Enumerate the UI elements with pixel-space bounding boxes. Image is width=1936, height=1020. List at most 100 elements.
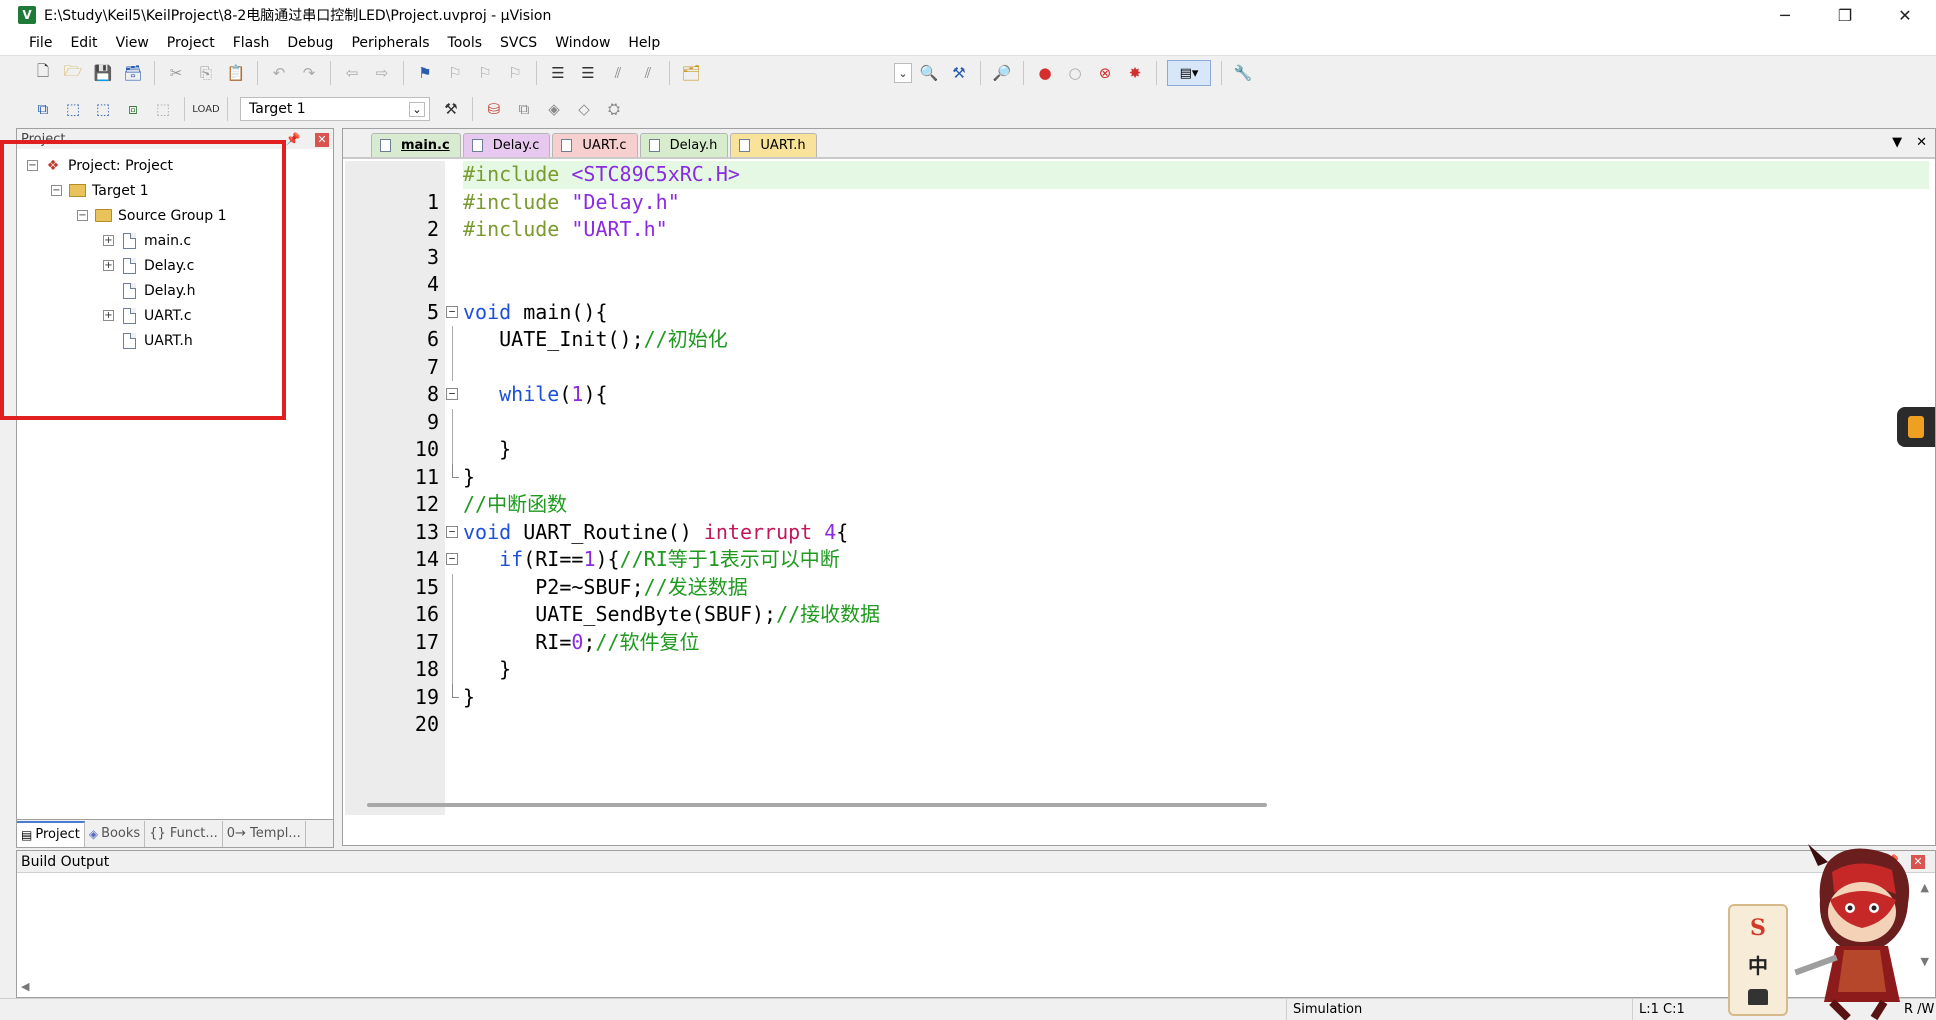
prev-bookmark-icon[interactable]: ⚐ bbox=[442, 60, 468, 86]
rebuild-icon[interactable]: ⬚ bbox=[90, 96, 116, 122]
tab-uart-c[interactable]: UART.c bbox=[552, 133, 638, 157]
code-line[interactable]: 17 UATE_SendByte(SBUF);//接收数据 bbox=[343, 601, 1935, 654]
minimize-button[interactable]: ─ bbox=[1758, 0, 1812, 30]
code-line[interactable]: 19 } bbox=[343, 656, 1935, 709]
disable-breakpoint-icon[interactable]: ○ bbox=[1062, 60, 1088, 86]
fold-collapse-icon[interactable]: − bbox=[446, 553, 458, 565]
close-tab-icon[interactable]: ✕ bbox=[1916, 135, 1927, 150]
close-icon[interactable]: ✕ bbox=[315, 132, 329, 147]
redo-icon[interactable]: ↷ bbox=[296, 60, 322, 86]
menu-file[interactable]: File bbox=[20, 30, 61, 56]
tab-books[interactable]: ◈ Books bbox=[85, 820, 146, 847]
batch-build-icon[interactable]: ⧈ bbox=[120, 96, 146, 122]
fold-collapse-icon[interactable]: − bbox=[446, 525, 458, 538]
uncomment-icon[interactable]: ⫽ bbox=[635, 60, 661, 86]
code-line[interactable]: 15 − if(RI==1){//RI等于1表示可以中断 bbox=[343, 546, 1935, 599]
stop-build-icon[interactable]: ⬚ bbox=[150, 96, 176, 122]
tab-project[interactable]: ▤ Project bbox=[17, 820, 85, 847]
menu-svcs[interactable]: SVCS bbox=[491, 30, 546, 56]
code-line[interactable]: 5 bbox=[343, 271, 1935, 324]
tab-list-icon[interactable]: ▼ bbox=[1892, 135, 1902, 150]
fold-collapse-icon[interactable]: − bbox=[446, 388, 458, 400]
ime-card[interactable]: S 中 bbox=[1728, 904, 1788, 1016]
scroll-left-icon[interactable]: ◀ bbox=[21, 980, 29, 993]
target-options-icon[interactable]: ⚒ bbox=[438, 96, 464, 122]
menu-project[interactable]: Project bbox=[158, 30, 224, 56]
comment-icon[interactable]: ⫽ bbox=[605, 60, 631, 86]
menu-help[interactable]: Help bbox=[619, 30, 669, 56]
menu-edit[interactable]: Edit bbox=[61, 30, 106, 56]
unindent-icon[interactable]: ☰ bbox=[575, 60, 601, 86]
menu-flash[interactable]: Flash bbox=[224, 30, 279, 56]
code-line[interactable]: 7 UATE_Init();//初始化 bbox=[343, 326, 1935, 379]
pack-installer-icon[interactable]: ◈ bbox=[541, 96, 567, 122]
code-line[interactable]: 9 − while(1){ bbox=[343, 381, 1935, 434]
insert-bookmark-icon[interactable]: ⚑ bbox=[412, 60, 438, 86]
tab-uart-h[interactable]: UART.h bbox=[730, 133, 817, 157]
fold-collapse-icon[interactable]: − bbox=[446, 305, 458, 318]
debug-session-icon[interactable]: 🔎 bbox=[989, 60, 1015, 86]
tab-templates[interactable]: 0→ Templ... bbox=[223, 820, 306, 847]
download-icon[interactable]: LOAD bbox=[192, 96, 219, 122]
breakpoint-icon[interactable]: ● bbox=[1032, 60, 1058, 86]
code-line[interactable]: 4 bbox=[343, 244, 1935, 296]
kill-all-breakpoints-icon[interactable]: ✸ bbox=[1122, 60, 1148, 86]
menu-tools[interactable]: Tools bbox=[439, 30, 492, 56]
code-line[interactable]: 3 #include "UART.h" bbox=[343, 216, 1935, 269]
code-line[interactable]: 10 bbox=[343, 408, 1935, 461]
undo-icon[interactable]: ↶ bbox=[266, 60, 292, 86]
menu-peripherals[interactable]: Peripherals bbox=[342, 30, 438, 56]
pin-icon[interactable]: 📌 bbox=[286, 132, 301, 146]
select-packs-icon[interactable]: ⧉ bbox=[511, 96, 537, 122]
translate-icon[interactable]: ⧉ bbox=[30, 96, 56, 122]
target-select[interactable]: Target 1 ⌄ bbox=[240, 97, 430, 121]
cut-icon[interactable]: ✂ bbox=[163, 60, 189, 86]
code-line[interactable]: 14 − void UART_Routine() interrupt 4{ bbox=[343, 519, 1935, 572]
code-line[interactable]: 16 P2=~SBUF;//发送数据 bbox=[343, 573, 1935, 626]
clear-bookmarks-icon[interactable]: ⚐ bbox=[502, 60, 528, 86]
code-line[interactable]: 18 RI=0;//软件复位 bbox=[343, 628, 1935, 681]
window-layout-icon[interactable]: ▤▾ bbox=[1167, 60, 1211, 86]
next-bookmark-icon[interactable]: ⚐ bbox=[472, 60, 498, 86]
code-line[interactable]: 8 bbox=[343, 353, 1935, 406]
horizontal-scrollbar[interactable] bbox=[367, 803, 1267, 807]
find-in-files-icon[interactable]: 🗂 bbox=[678, 60, 704, 86]
find-dropdown-icon[interactable]: ⌄ bbox=[894, 63, 912, 83]
code-line[interactable]: 20 } bbox=[343, 683, 1935, 736]
menu-window[interactable]: Window bbox=[546, 30, 619, 56]
code-line[interactable]: 12 } bbox=[343, 463, 1935, 516]
code-area[interactable]: 1 #include <STC89C5xRC.H> 2 #include "De… bbox=[343, 161, 1935, 815]
nav-forward-icon[interactable]: ⇨ bbox=[369, 60, 395, 86]
open-file-icon[interactable]: 🗁 bbox=[60, 60, 86, 86]
code-line[interactable]: 2 #include "Delay.h" bbox=[343, 189, 1935, 242]
close-button[interactable]: ✕ bbox=[1878, 0, 1932, 30]
nav-back-icon[interactable]: ⇦ bbox=[339, 60, 365, 86]
paste-icon[interactable]: 📋 bbox=[223, 60, 249, 86]
manage-components-icon[interactable]: ⛁ bbox=[481, 96, 507, 122]
code-text: RI=0;//软件复位 bbox=[463, 629, 700, 654]
configure-icon[interactable]: 🔧 bbox=[1230, 60, 1256, 86]
disable-all-breakpoints-icon[interactable]: ⊗ bbox=[1092, 60, 1118, 86]
code-line[interactable]: 1 #include <STC89C5xRC.H> bbox=[343, 161, 1935, 214]
copy-icon[interactable]: ⎘ bbox=[193, 60, 219, 86]
manage-run-time-icon[interactable]: ⛭ bbox=[601, 96, 627, 122]
restore-button[interactable]: ❐ bbox=[1818, 0, 1872, 30]
tab-functions[interactable]: {} Funct... bbox=[145, 820, 223, 847]
tab-delay-c[interactable]: Delay.c bbox=[462, 133, 551, 157]
indent-icon[interactable]: ☰ bbox=[545, 60, 571, 86]
build-icon[interactable]: ⬚ bbox=[60, 96, 86, 122]
code-line[interactable]: 11 } bbox=[343, 436, 1935, 489]
menu-view[interactable]: View bbox=[107, 30, 158, 56]
code-line[interactable]: 6 − void main(){ bbox=[343, 299, 1935, 352]
code-line[interactable]: 13 //中断函数 bbox=[343, 491, 1935, 544]
side-widget-icon[interactable] bbox=[1897, 407, 1935, 447]
select-software-icon[interactable]: ◇ bbox=[571, 96, 597, 122]
save-icon[interactable]: 💾 bbox=[90, 60, 116, 86]
menu-debug[interactable]: Debug bbox=[278, 30, 342, 56]
save-all-icon[interactable]: 🗃 bbox=[120, 60, 146, 86]
tab-main-c[interactable]: main.c bbox=[371, 133, 461, 157]
incremental-find-icon[interactable]: ⚒ bbox=[946, 60, 972, 86]
new-file-icon[interactable]: 🗋 bbox=[30, 60, 56, 86]
tab-delay-h[interactable]: Delay.h bbox=[639, 133, 729, 157]
find-icon[interactable]: 🔍 bbox=[916, 60, 942, 86]
